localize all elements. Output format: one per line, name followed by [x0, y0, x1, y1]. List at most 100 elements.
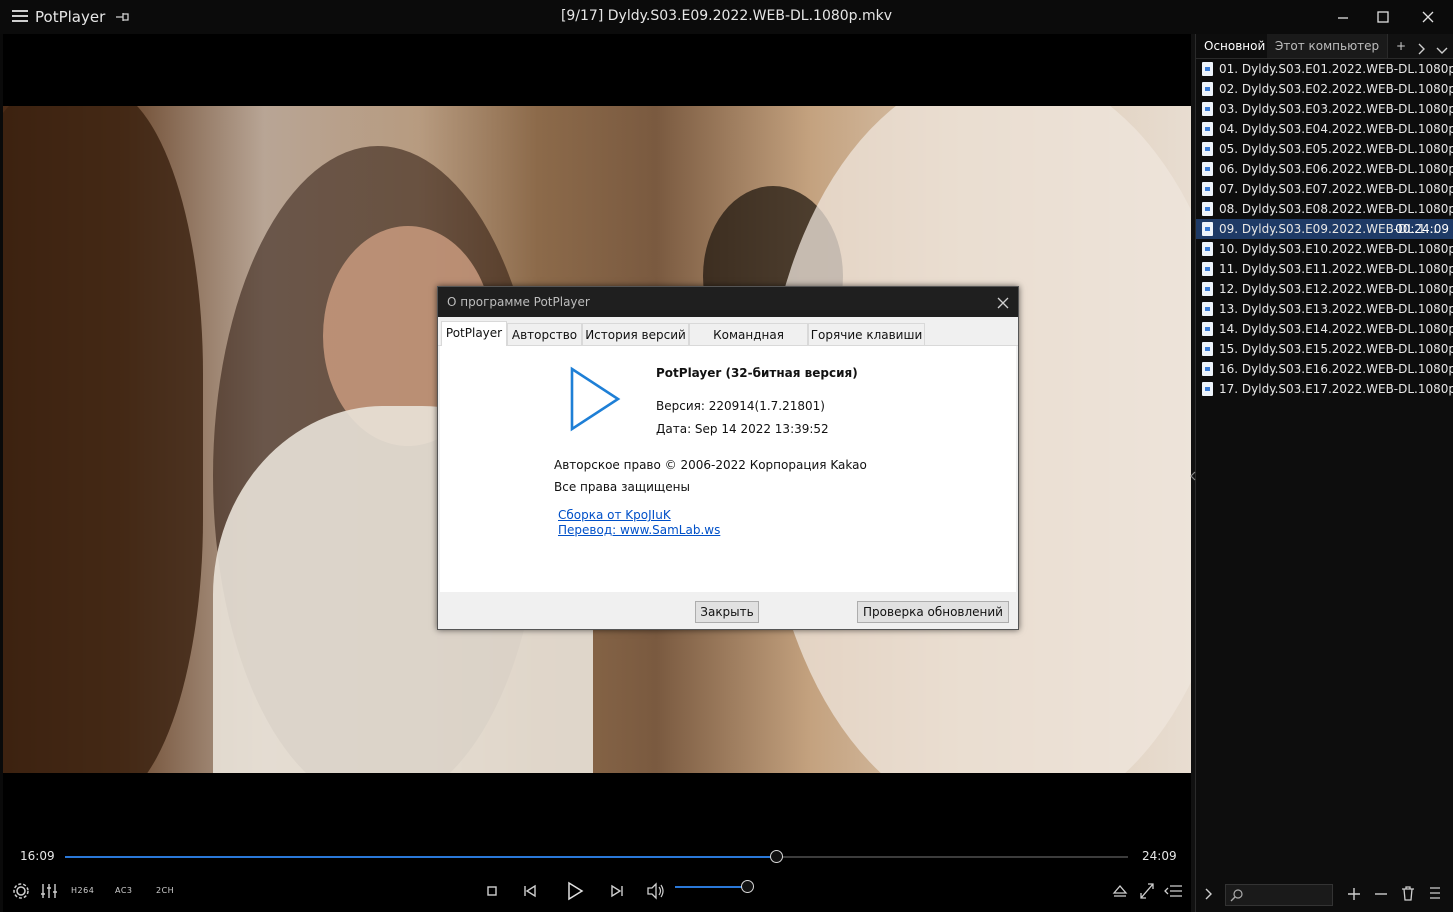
- fullscreen-icon[interactable]: [1139, 877, 1155, 905]
- seek-row: 16:09 24:09: [0, 847, 1195, 867]
- volume-slider[interactable]: [675, 880, 754, 893]
- playlist-toggle-icon[interactable]: [1164, 877, 1184, 905]
- playlist-item-label: 07. Dyldy.S03.E07.2022.WEB-DL.1080p.mkv: [1219, 182, 1453, 196]
- video-file-icon: [1202, 302, 1213, 316]
- seek-bar[interactable]: [65, 850, 1128, 863]
- playlist-search-input[interactable]: [1225, 884, 1333, 906]
- playlist-item-duration: 00:24:09: [1395, 222, 1449, 236]
- playlist-list: 01. Dyldy.S03.E01.2022.WEB-DL.1080p.mkv 0…: [1196, 59, 1453, 399]
- potplayer-logo-icon: [568, 366, 622, 436]
- build-link[interactable]: Сборка от KpoJIuK: [558, 508, 671, 522]
- equalizer-icon[interactable]: [39, 877, 59, 905]
- pin-icon[interactable]: [115, 9, 131, 23]
- tab-authorship[interactable]: Авторство: [507, 323, 582, 345]
- playlist-add-tab-icon[interactable]: +: [1388, 34, 1414, 58]
- expand-icon[interactable]: [1203, 886, 1213, 905]
- video-file-icon: [1202, 342, 1213, 356]
- add-icon[interactable]: [1347, 886, 1361, 905]
- playlist-item[interactable]: 16. Dyldy.S03.E16.2022.WEB-DL.1080p.mkv: [1196, 359, 1453, 379]
- volume-icon[interactable]: [646, 877, 666, 905]
- playlist-item-label: 16. Dyldy.S03.E16.2022.WEB-DL.1080p.mkv: [1219, 362, 1453, 376]
- playlist-item[interactable]: 10. Dyldy.S03.E10.2022.WEB-DL.1080p.mkv: [1196, 239, 1453, 259]
- search-icon: [1230, 889, 1243, 902]
- video-file-icon: [1202, 262, 1213, 276]
- eject-icon[interactable]: [1112, 877, 1128, 905]
- rights-text: Все права защищены: [554, 480, 690, 494]
- collapse-arrow-icon[interactable]: [1190, 466, 1196, 485]
- dialog-close-icon[interactable]: [996, 295, 1010, 309]
- check-updates-button[interactable]: Проверка обновлений: [857, 601, 1009, 623]
- minimize-button[interactable]: [1326, 4, 1360, 30]
- copyright-text: Авторское право © 2006-2022 Корпорация K…: [554, 458, 867, 472]
- seek-fill: [65, 856, 777, 858]
- next-icon[interactable]: [610, 877, 624, 905]
- playlist-item[interactable]: 03. Dyldy.S03.E03.2022.WEB-DL.1080p.mkv: [1196, 99, 1453, 119]
- playlist-menu-icon[interactable]: [1428, 886, 1442, 905]
- version-text: Версия: 220914(1.7.21801): [656, 399, 825, 413]
- playlist-item-label: 03. Dyldy.S03.E03.2022.WEB-DL.1080p.mkv: [1219, 102, 1453, 116]
- playlist-tab-main[interactable]: Основной: [1196, 34, 1275, 58]
- trash-icon[interactable]: [1401, 886, 1415, 905]
- video-codec-label[interactable]: H264: [71, 886, 94, 895]
- playlist-item-label: 10. Dyldy.S03.E10.2022.WEB-DL.1080p.mkv: [1219, 242, 1453, 256]
- stop-icon[interactable]: [486, 877, 498, 905]
- close-button[interactable]: [1411, 4, 1445, 30]
- playlist-item-label: 17. Dyldy.S03.E17.2022.WEB-DL.1080p.mkv: [1219, 382, 1453, 396]
- menu-icon[interactable]: [12, 8, 28, 24]
- window-title: [9/17] Dyldy.S03.E09.2022.WEB-DL.1080p.m…: [560, 8, 893, 24]
- chevron-down-icon[interactable]: [1436, 40, 1448, 59]
- remove-icon[interactable]: [1374, 886, 1388, 905]
- playlist-item[interactable]: 04. Dyldy.S03.E04.2022.WEB-DL.1080p.mkv: [1196, 119, 1453, 139]
- maximize-button[interactable]: [1366, 4, 1400, 30]
- tab-version-history[interactable]: История версий: [582, 323, 689, 345]
- playlist-item[interactable]: 17. Dyldy.S03.E17.2022.WEB-DL.1080p.mkv: [1196, 379, 1453, 399]
- play-icon[interactable]: [566, 877, 584, 905]
- volume-thumb[interactable]: [741, 880, 754, 893]
- playlist-item[interactable]: 06. Dyldy.S03.E06.2022.WEB-DL.1080p.mkv: [1196, 159, 1453, 179]
- playlist-item[interactable]: 15. Dyldy.S03.E15.2022.WEB-DL.1080p.mkv: [1196, 339, 1453, 359]
- playlist-item[interactable]: 09. Dyldy.S03.E09.2022.WEB-DL.1... 00:24:…: [1196, 219, 1453, 239]
- playlist-item[interactable]: 13. Dyldy.S03.E13.2022.WEB-DL.1080p.mkv: [1196, 299, 1453, 319]
- playlist-item-label: 01. Dyldy.S03.E01.2022.WEB-DL.1080p.mkv: [1219, 62, 1453, 76]
- playlist-item[interactable]: 01. Dyldy.S03.E01.2022.WEB-DL.1080p.mkv: [1196, 59, 1453, 79]
- tab-command-line[interactable]: Командная строка: [689, 323, 808, 364]
- tab-potplayer[interactable]: PotPlayer: [441, 321, 507, 346]
- playlist-item[interactable]: 02. Dyldy.S03.E02.2022.WEB-DL.1080p.mkv: [1196, 79, 1453, 99]
- playlist-item-label: 02. Dyldy.S03.E02.2022.WEB-DL.1080p.mkv: [1219, 82, 1453, 96]
- playlist-item[interactable]: 14. Dyldy.S03.E14.2022.WEB-DL.1080p.mkv: [1196, 319, 1453, 339]
- playlist-item[interactable]: 05. Dyldy.S03.E05.2022.WEB-DL.1080p.mkv: [1196, 139, 1453, 159]
- video-file-icon: [1202, 102, 1213, 116]
- tab-hotkeys[interactable]: Горячие клавиши: [808, 323, 925, 345]
- app-name[interactable]: PotPlayer: [35, 8, 105, 26]
- playlist-tab-computer[interactable]: Этот компьютер: [1267, 34, 1389, 58]
- playlist-item-label: 08. Dyldy.S03.E08.2022.WEB-DL.1080p.mkv: [1219, 202, 1453, 216]
- video-file-icon: [1202, 182, 1213, 196]
- video-file-icon: [1202, 202, 1213, 216]
- playlist-item-label: 05. Dyldy.S03.E05.2022.WEB-DL.1080p.mkv: [1219, 142, 1453, 156]
- settings-gear-icon[interactable]: [12, 877, 30, 905]
- dialog-close-button[interactable]: Закрыть: [695, 601, 759, 623]
- video-file-icon: [1202, 362, 1213, 376]
- playlist-tabs: Основной Этот компьютер +: [1196, 34, 1453, 59]
- playlist-item-label: 13. Dyldy.S03.E13.2022.WEB-DL.1080p.mkv: [1219, 302, 1453, 316]
- playlist-item-label: 15. Dyldy.S03.E15.2022.WEB-DL.1080p.mkv: [1219, 342, 1453, 356]
- date-text: Дата: Sep 14 2022 13:39:52: [656, 422, 829, 436]
- dialog-footer: Закрыть Проверка обновлений: [438, 593, 1018, 629]
- product-name: PotPlayer (32-битная версия): [656, 366, 858, 380]
- playlist-item-label: 12. Dyldy.S03.E12.2022.WEB-DL.1080p.mkv: [1219, 282, 1453, 296]
- playlist-item[interactable]: 12. Dyldy.S03.E12.2022.WEB-DL.1080p.mkv: [1196, 279, 1453, 299]
- playlist-item[interactable]: 11. Dyldy.S03.E11.2022.WEB-DL.1080p.mkv: [1196, 259, 1453, 279]
- translation-link[interactable]: Перевод: www.SamLab.ws: [558, 523, 720, 537]
- seek-thumb[interactable]: [770, 850, 784, 863]
- video-file-icon: [1202, 82, 1213, 96]
- playlist-item[interactable]: 08. Dyldy.S03.E08.2022.WEB-DL.1080p.mkv: [1196, 199, 1453, 219]
- playlist-item-label: 11. Dyldy.S03.E11.2022.WEB-DL.1080p.mkv: [1219, 262, 1453, 276]
- previous-icon[interactable]: [523, 877, 537, 905]
- channels-label[interactable]: 2CH: [156, 886, 174, 895]
- playlist-item[interactable]: 07. Dyldy.S03.E07.2022.WEB-DL.1080p.mkv: [1196, 179, 1453, 199]
- video-file-icon: [1202, 382, 1213, 396]
- dialog-tabs: PotPlayer Авторство История версий Коман…: [438, 317, 1018, 364]
- playlist-toolbar: [1195, 876, 1453, 912]
- audio-codec-label[interactable]: AC3: [115, 886, 133, 895]
- chevron-right-icon[interactable]: [1416, 40, 1426, 59]
